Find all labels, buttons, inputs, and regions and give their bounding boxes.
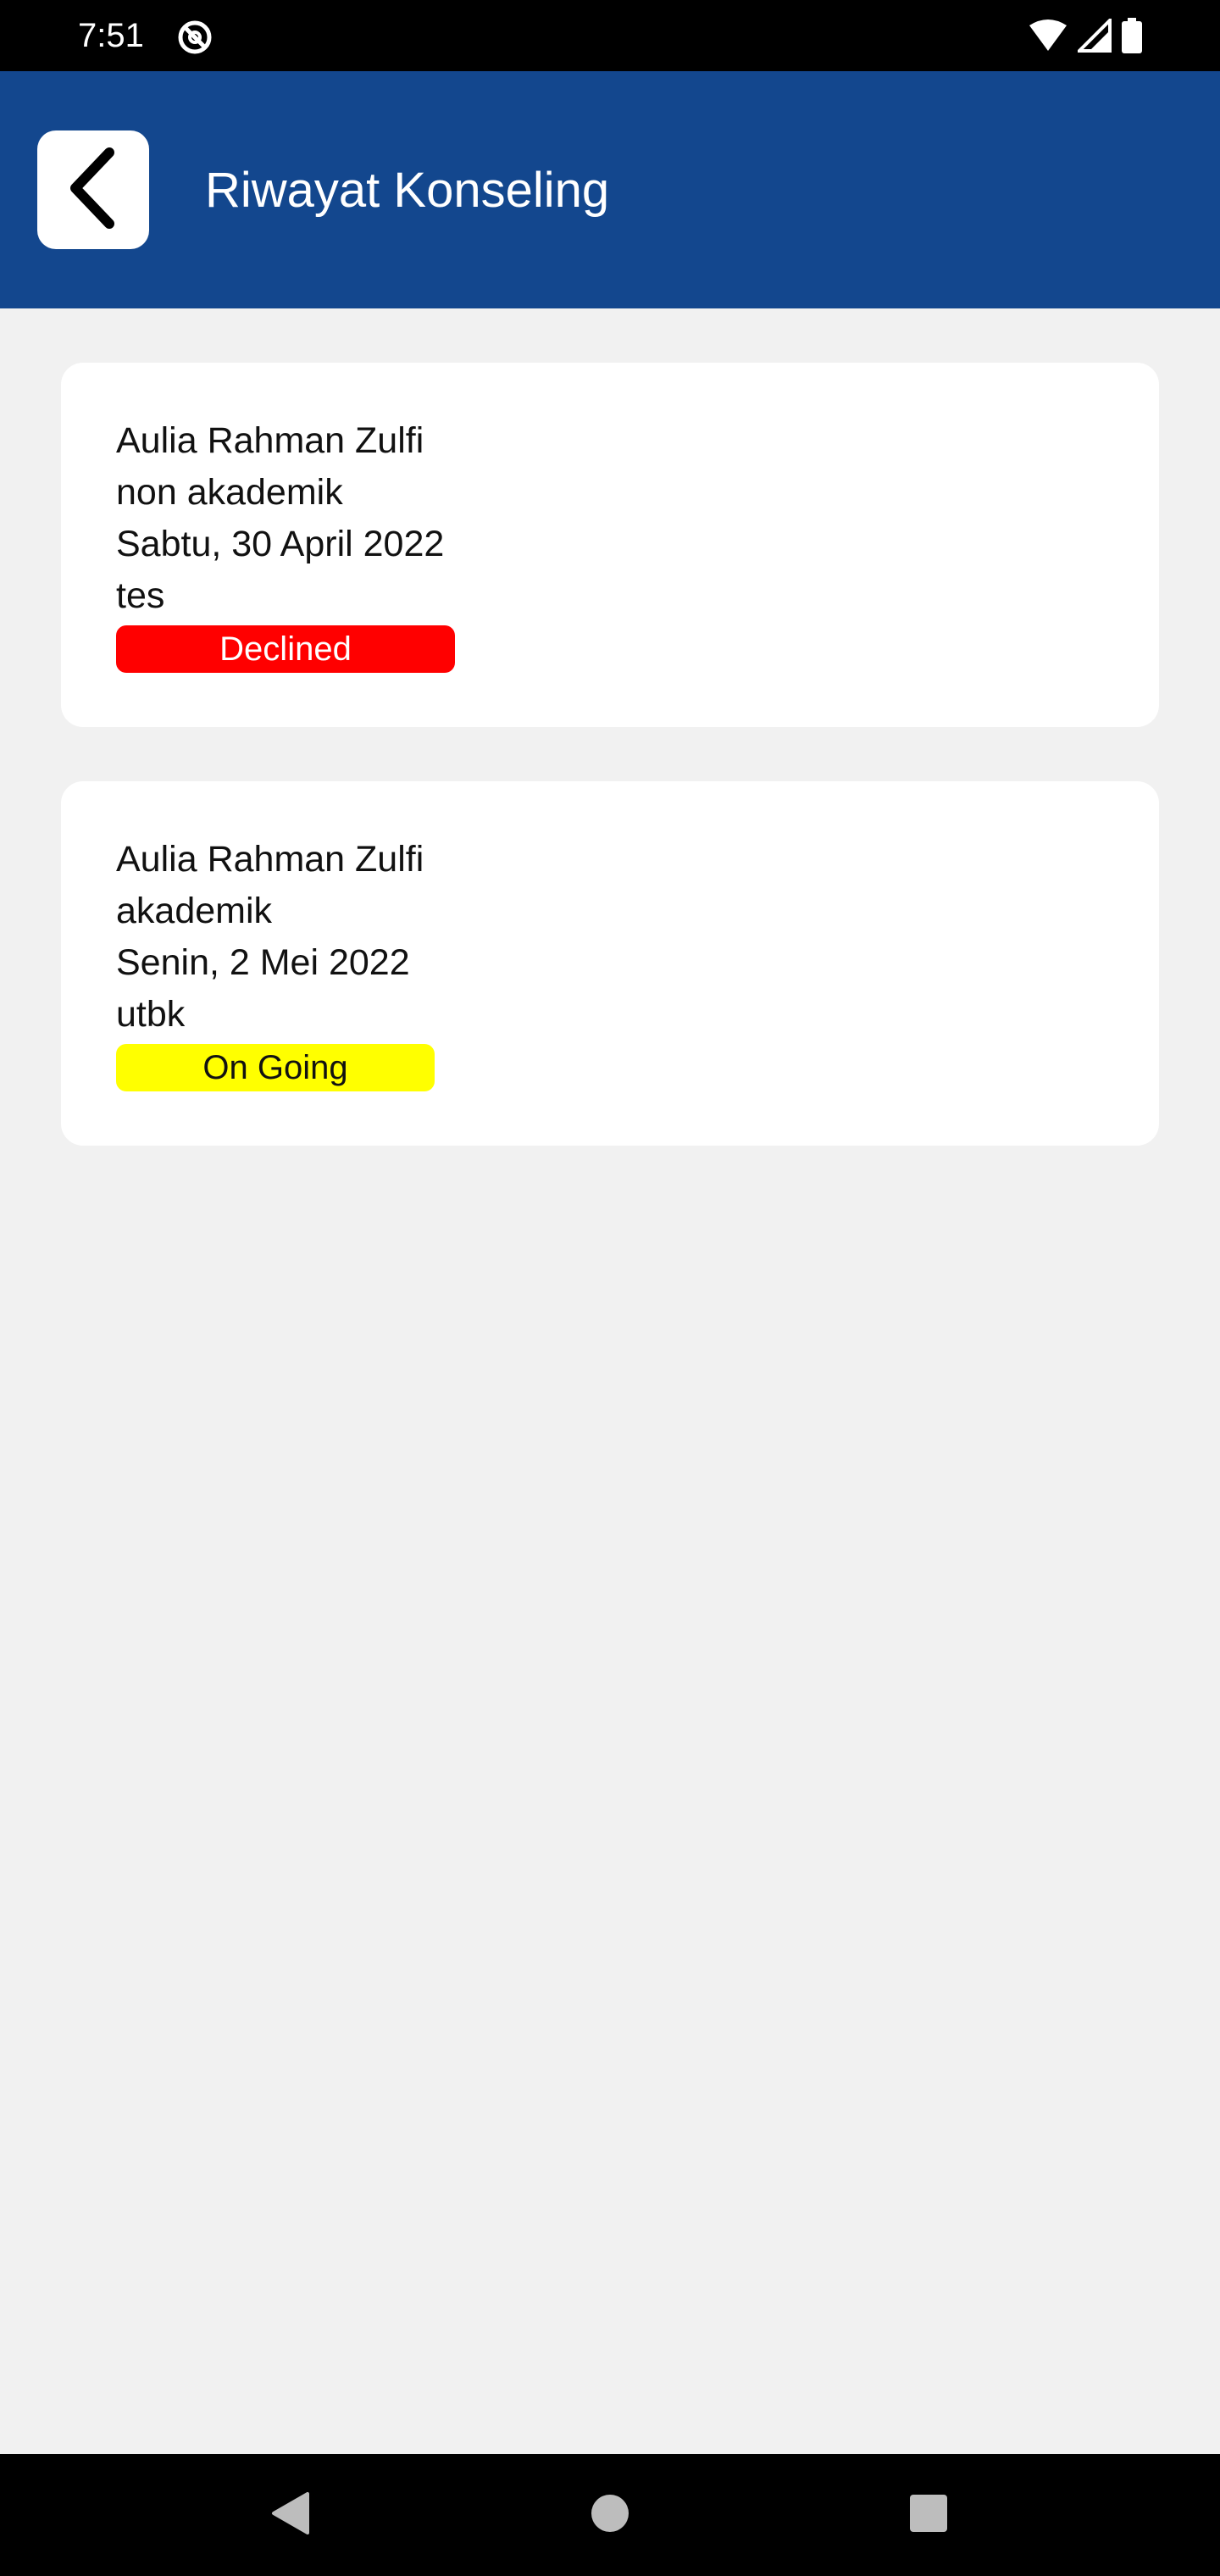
counseling-date: Sabtu, 30 April 2022 xyxy=(116,524,445,564)
student-name: Aulia Rahman Zulfi xyxy=(116,839,424,880)
status-time: 7:51 xyxy=(78,17,144,54)
counseling-topic: tes xyxy=(116,575,165,616)
back-button[interactable] xyxy=(37,130,149,249)
counseling-category: non akademik xyxy=(116,472,343,513)
app-bar: Riwayat Konseling xyxy=(0,71,1220,308)
cellular-signal-icon xyxy=(1075,15,1112,57)
nav-back-button[interactable] xyxy=(264,2490,315,2540)
battery-icon xyxy=(1122,17,1142,58)
nav-home-button[interactable] xyxy=(585,2490,635,2540)
chevron-left-icon xyxy=(64,146,123,235)
status-bar: 7:51 xyxy=(0,0,1220,71)
page-title: Riwayat Konseling xyxy=(205,163,610,218)
counseling-date: Senin, 2 Mei 2022 xyxy=(116,942,410,983)
counseling-card[interactable]: Aulia Rahman Zulfi non akademik Sabtu, 3… xyxy=(61,363,1159,727)
counseling-card[interactable]: Aulia Rahman Zulfi akademik Senin, 2 Mei… xyxy=(61,781,1159,1146)
nav-recents-button[interactable] xyxy=(903,2490,954,2540)
home-circle-icon xyxy=(590,2493,630,2538)
recents-square-icon xyxy=(909,2494,948,2537)
counseling-history-list: Aulia Rahman Zulfi non akademik Sabtu, 3… xyxy=(0,308,1220,2454)
status-icons xyxy=(1029,15,1142,58)
counseling-topic: utbk xyxy=(116,994,186,1035)
status-badge: Declined xyxy=(116,625,455,673)
system-navigation-bar xyxy=(0,2454,1220,2576)
at-sign-icon xyxy=(176,19,214,56)
counseling-category: akademik xyxy=(116,891,273,931)
student-name: Aulia Rahman Zulfi xyxy=(116,420,424,461)
back-triangle-icon xyxy=(269,2490,311,2540)
wifi-icon xyxy=(1029,19,1068,57)
status-badge: On Going xyxy=(116,1044,435,1091)
